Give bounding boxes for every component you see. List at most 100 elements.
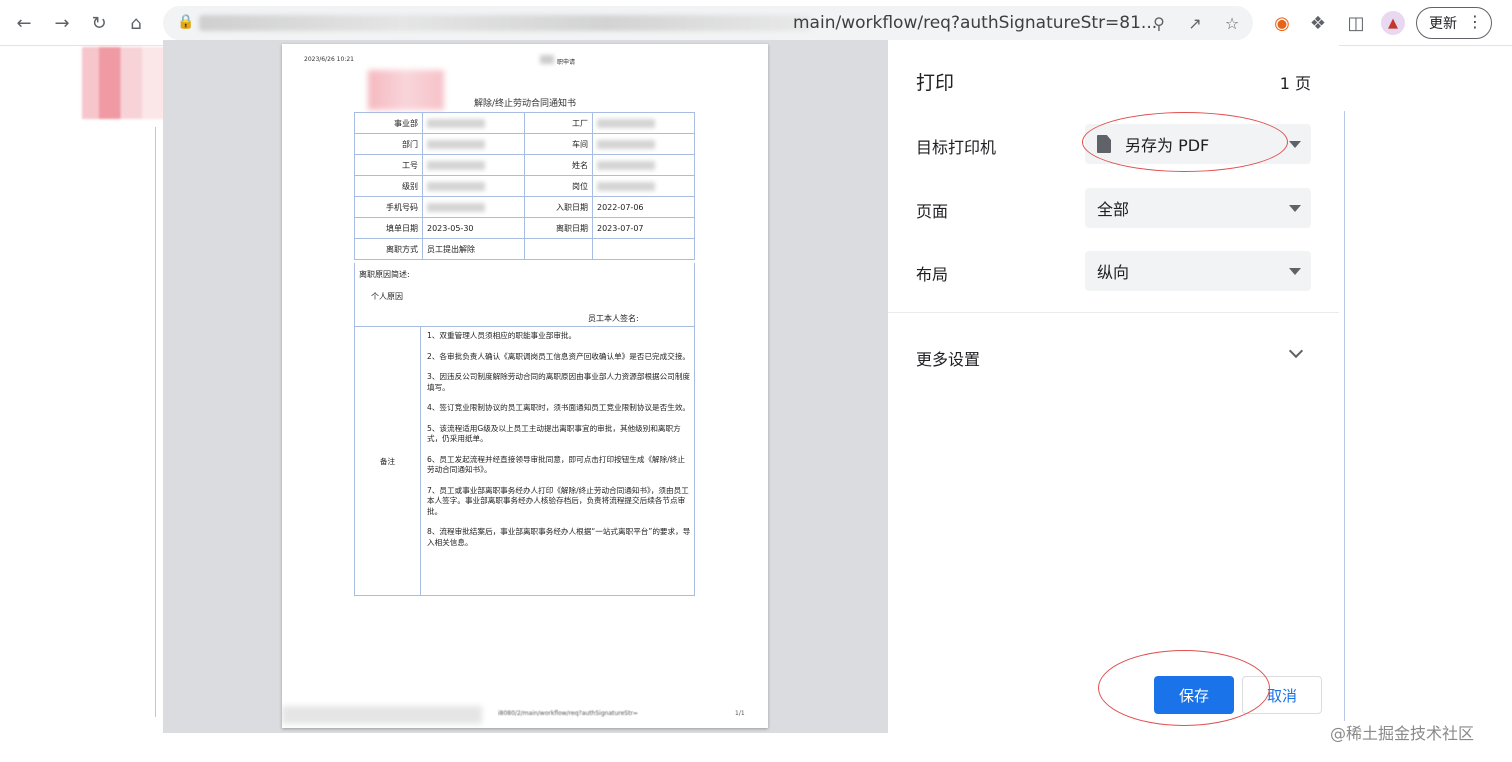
redacted-value [427,202,485,212]
printer-label: 目标打印机 [916,138,997,157]
document-title: 解除/终止劳动合同通知书 [473,99,577,109]
field-label: 工厂 [524,112,593,134]
bg-border [155,127,156,717]
field-label: 手机号码 [354,196,423,218]
more-icon[interactable]: ⋮ [1467,12,1483,31]
field-label: 事业部 [354,112,423,134]
reason-section: 离职原因简述: 个人原因 员工本人签名: [354,263,695,327]
layout-label: 布局 [916,265,949,284]
redacted-value [597,139,655,149]
table-row: 手机号码 入职日期 2022-07-06 [354,196,695,218]
note-item: 1、双重管理人员须相应的职能事业部审批。 [427,331,577,340]
note-item: 5、该流程适用G级及以上员工主动提出离职事宜的审批，其他级别和离职方式，仍采用纸… [427,423,681,444]
header-title: 职申请 [557,59,576,66]
note-item: 6、员工发起流程并经直接领导审批同意，即可点击打印按钮生成《解除/终止劳动合同通… [427,454,685,475]
field-label: 岗位 [524,175,593,197]
update-button[interactable]: 更新 ⋮ [1416,7,1492,39]
pages-value: 全部 [1097,200,1130,219]
divider [888,312,1339,313]
redacted-value [427,139,485,149]
star-icon[interactable]: ☆ [1220,11,1244,35]
lock-icon[interactable]: 🔒 [177,14,194,30]
reload-icon[interactable]: ↻ [87,11,111,35]
field-value: 2023-07-07 [592,217,695,239]
footer-url: i8080/2/main/workflow/req?authSignatureS… [498,710,638,717]
layout-select[interactable]: 纵向 [1085,251,1311,291]
preview-page: 2023/6/26 10:21 职申请 解除/终止劳动合同通知书 事业部 工厂 部门… [282,44,768,728]
footer-page-number: 1/1 [735,710,745,717]
field-label: 车间 [524,133,593,155]
puzzle-icon[interactable]: ❖ [1306,11,1330,35]
header-blur [540,55,554,64]
chevron-down-icon [1289,268,1301,275]
field-label: 填单日期 [354,217,423,239]
field-label: 级别 [354,175,423,197]
redacted-value [427,118,485,128]
field-value [422,196,525,218]
annotation-ring-printer [1082,112,1288,172]
chevron-down-icon[interactable] [1288,343,1304,359]
profile-icon[interactable]: ▲ [1381,11,1405,35]
watermark: @稀土掘金技术社区 [1330,724,1475,743]
redacted-value [597,181,655,191]
employee-form-table: 事业部 工厂 部门 车间 工号 姓名 级别 岗位 手机号码 入职日期 2022-07-06 填单日期 2… [354,112,695,260]
field-value: 2022-07-06 [592,196,695,218]
chevron-down-icon [1289,205,1301,212]
redacted-value [597,118,655,128]
pixelated-logo [82,47,168,119]
table-row: 离职方式 员工提出解除 [354,238,695,260]
pages-select[interactable]: 全部 [1085,188,1311,228]
field-value [422,133,525,155]
note-item: 3、因违反公司制度解除劳动合同的离职原因由事业部人力资源部根据公司制度填写。 [427,372,691,392]
reason-label: 离职原因简述: [359,270,410,279]
page-count: 1 页 [1279,74,1311,93]
back-icon[interactable]: ← [12,11,36,35]
url-blur [199,15,811,31]
zoom-icon[interactable]: ⚲ [1147,11,1171,35]
redacted-value [427,160,485,170]
field-label: 工号 [354,154,423,176]
field-value [592,112,695,134]
notes-section: 备注 1、双重管理人员须相应的职能事业部审批。 2、各审批负责人确认《离职调岗员工… [354,326,695,596]
bg-border [1344,111,1345,721]
home-icon[interactable]: ⌂ [124,11,148,35]
note-item: 8、流程审批结案后，事业部离职事务经办人根据“一站式离职平台”的要求，导入相关信… [427,527,691,547]
field-value: 2023-05-30 [422,217,525,239]
field-value [422,175,525,197]
update-label: 更新 [1429,16,1457,32]
pages-label: 页面 [916,202,949,221]
more-settings-toggle[interactable]: 更多设置 [916,346,980,370]
header-date: 2023/6/26 10:21 [304,56,354,63]
field-label [524,238,593,260]
share-icon[interactable]: ↗ [1183,11,1207,35]
field-value [592,175,695,197]
table-row: 级别 岗位 [354,175,695,197]
field-value [422,154,525,176]
redacted-value [427,181,485,191]
annotation-ring-save [1098,650,1270,726]
chevron-down-icon [1289,141,1301,148]
field-label: 部门 [354,133,423,155]
field-label: 姓名 [524,154,593,176]
field-label: 入职日期 [524,196,593,218]
notes-label: 备注 [355,327,421,595]
address-bar[interactable]: 🔒 main/workflow/req?authSignatureStr=81.… [163,6,1253,40]
sidebar-icon[interactable]: ◫ [1344,11,1368,35]
field-value [592,238,695,260]
field-value [592,133,695,155]
notes-list: 1、双重管理人员须相应的职能事业部审批。 2、各审批负责人确认《离职调岗员工信息资… [427,331,691,558]
field-value [422,112,525,134]
forward-icon[interactable]: → [50,11,74,35]
table-row: 部门 车间 [354,133,695,155]
table-row: 工号 姓名 [354,154,695,176]
layout-value: 纵向 [1097,263,1130,282]
field-label: 离职方式 [354,238,423,260]
table-row: 填单日期 2023-05-30 离职日期 2023-07-07 [354,217,695,239]
extension-icon[interactable]: ◉ [1270,11,1294,35]
footer-blur [282,706,482,724]
url-text: main/workflow/req?authSignatureStr=81... [793,13,1158,33]
signature-label: 员工本人签名: [588,314,639,323]
field-label: 离职日期 [524,217,593,239]
field-value: 员工提出解除 [422,238,525,260]
field-value [592,154,695,176]
